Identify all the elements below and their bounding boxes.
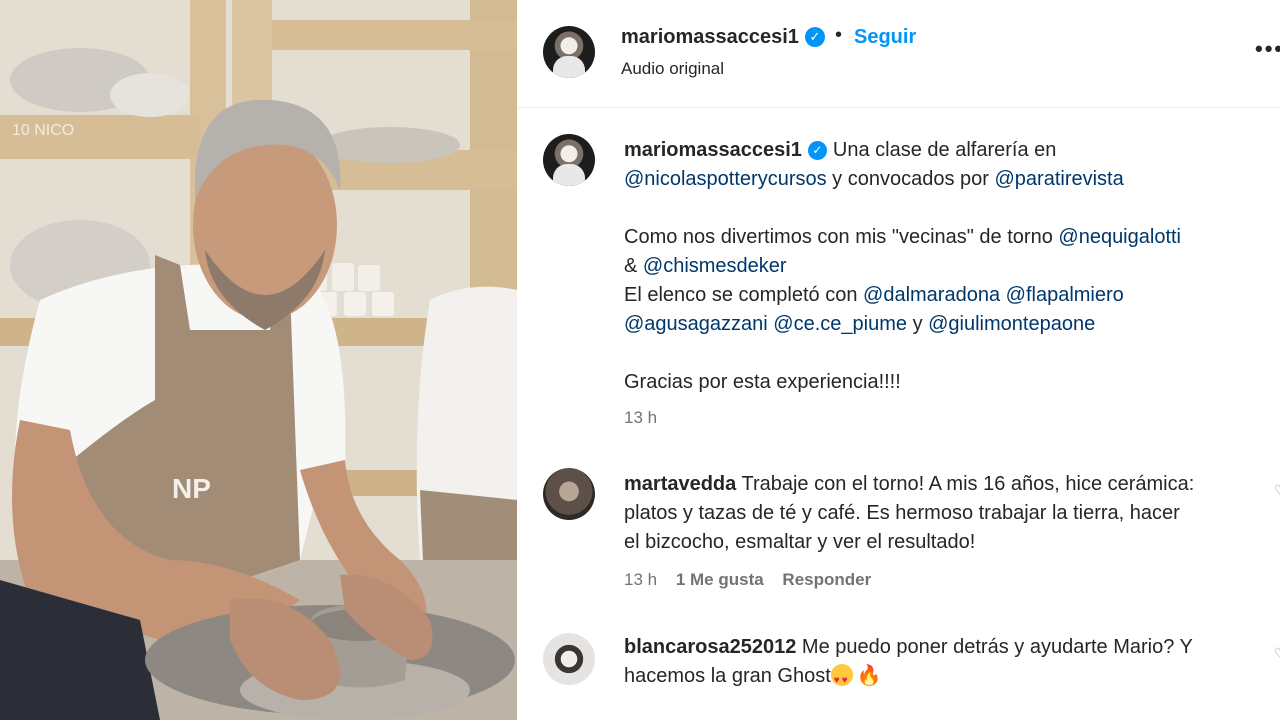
caption-text: mariomassaccesi1 ✓ Una clase de alfarería …: [624, 136, 1264, 397]
verified-badge-icon: ✓: [807, 141, 827, 160]
post-header: mariomassaccesi1 ✓ • Seguir Audio origina…: [517, 0, 1280, 108]
comment-meta: 13 h 1 Me gusta Responder: [624, 570, 885, 590]
separator-dot: •: [835, 24, 843, 46]
follow-button[interactable]: Seguir: [854, 26, 916, 49]
caption-line1: Una clase de alfarería en: [832, 139, 1057, 161]
caption-line5: El elenco se completó con: [624, 284, 858, 306]
caption-avatar[interactable]: [543, 134, 595, 186]
comment-line1: Trabaje con el torno! A mis 16 años, hic…: [741, 473, 1195, 495]
caption-time[interactable]: 13 h: [624, 408, 657, 427]
caption-meta: 13 h: [624, 408, 671, 428]
comment-item: blancarosa252012 Me puedo poner detrás y…: [517, 625, 1280, 720]
comment-username[interactable]: martavedda: [624, 473, 736, 495]
fire-emoji-icon: 🔥: [856, 665, 882, 687]
mention-link[interactable]: @nicolaspotterycursos: [624, 168, 827, 190]
shelf-tag: 10 NICO: [12, 122, 74, 139]
caption-line2: y convocados por: [832, 168, 989, 190]
mention-link[interactable]: @chismesdeker: [643, 255, 787, 277]
author-username-text: mariomassaccesi1: [621, 26, 799, 48]
commenter-avatar[interactable]: [543, 633, 595, 685]
mention-link[interactable]: @agusagazzani: [624, 313, 768, 335]
author-username[interactable]: mariomassaccesi1 ✓: [621, 26, 825, 49]
post-details-panel: mariomassaccesi1 ✓ • Seguir Audio origina…: [517, 0, 1280, 720]
caption-amp: &: [624, 255, 638, 277]
more-options-icon[interactable]: •••: [1255, 36, 1280, 62]
comment-likes[interactable]: 1 Me gusta: [676, 570, 764, 589]
comment-username[interactable]: blancarosa252012: [624, 636, 796, 658]
mention-link[interactable]: @paratirevista: [995, 168, 1124, 190]
avatar-figure: [553, 164, 585, 186]
comment-text: martavedda Trabaje con el torno! A mis 1…: [624, 470, 1264, 557]
verified-badge-icon: ✓: [804, 27, 825, 47]
audio-label[interactable]: Audio original: [621, 59, 724, 79]
mention-link[interactable]: @dalmaradona: [863, 284, 1000, 306]
heart-eyes-emoji-icon: [830, 664, 853, 695]
author-avatar[interactable]: [543, 26, 595, 78]
caption-line3: Como nos divertimos con mis "vecinas" de…: [624, 226, 1053, 248]
comment-line2: platos y tazas de té y café. Es hermoso …: [624, 502, 1180, 524]
heart-icon[interactable]: ♡: [1274, 482, 1280, 499]
apron-logo: NP: [172, 473, 211, 504]
mention-link[interactable]: @flapalmiero: [1006, 284, 1124, 306]
caption-username[interactable]: mariomassaccesi1: [624, 139, 802, 161]
heart-icon[interactable]: ♡: [1274, 645, 1280, 662]
reply-button[interactable]: Responder: [782, 570, 871, 589]
pottery-scene-image: NP 10 NICO: [0, 0, 517, 720]
comment-text: blancarosa252012 Me puedo poner detrás y…: [624, 633, 1264, 695]
commenter-avatar[interactable]: [543, 468, 595, 520]
caption-y: y: [912, 313, 923, 335]
comment-time[interactable]: 13 h: [624, 570, 657, 589]
post-video[interactable]: NP 10 NICO: [0, 0, 517, 720]
comment-line2: hacemos la gran Ghost: [624, 665, 831, 687]
comment-line1: Me puedo poner detrás y ayudarte Mario? …: [801, 636, 1193, 658]
comment-item: martavedda Trabaje con el torno! A mis 1…: [517, 460, 1280, 610]
caption-thanks: Gracias por esta experiencia!!!!: [624, 371, 901, 393]
post-caption: mariomassaccesi1 ✓ Una clase de alfarería …: [517, 108, 1280, 438]
comment-line3: el bizcocho, esmaltar y ver el resultado…: [624, 531, 976, 553]
avatar-figure: [553, 56, 585, 78]
mention-link[interactable]: @ce.ce_piume: [773, 313, 907, 335]
mention-link[interactable]: @nequigalotti: [1058, 226, 1181, 248]
mention-link[interactable]: @giulimontepaone: [928, 313, 1095, 335]
